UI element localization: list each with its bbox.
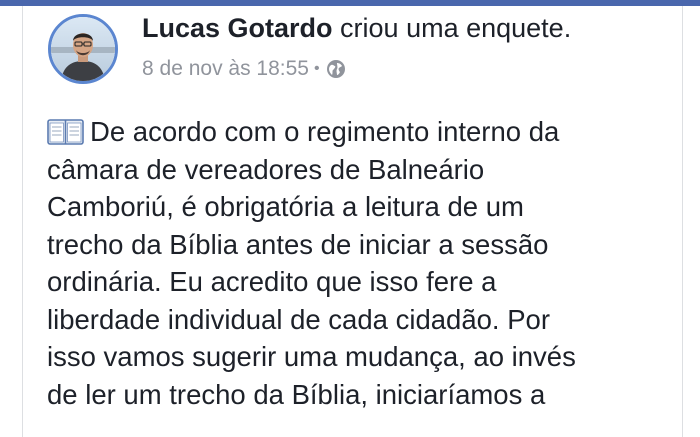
post-timestamp[interactable]: 8 de nov às 18:55	[142, 56, 309, 82]
post-body: De acordo com o regimento interno da câm…	[47, 113, 677, 413]
avatar-photo	[51, 17, 115, 81]
globe-icon[interactable]	[326, 59, 346, 79]
author-name-link[interactable]: Lucas Gotardo	[142, 13, 333, 43]
post-body-line: ordinária. Eu acredito que isso fere a	[47, 266, 497, 297]
post-action-text: criou uma enquete.	[340, 13, 572, 43]
open-book-icon	[47, 118, 84, 146]
author-avatar[interactable]	[48, 14, 118, 84]
card-border-right	[682, 6, 683, 437]
post-body-text: De acordo com o regimento interno da	[90, 116, 560, 147]
card-border-left	[22, 6, 23, 437]
post-body-line: câmara de vereadores de Balneário	[47, 153, 485, 185]
post-body-line: isso vamos sugerir uma mudança, ao invés	[47, 341, 576, 372]
post-body-line: de ler um trecho da Bíblia, iniciaríamos…	[47, 378, 546, 410]
post-meta: 8 de nov às 18:55 •	[142, 56, 346, 82]
post-body-line: trecho da Bíblia antes de iniciar a sess…	[47, 228, 549, 260]
top-nav-band	[0, 0, 700, 6]
post-body-line: Camboriú, é obrigatória a leitura de um	[47, 191, 524, 222]
post-header-line: Lucas Gotardo criou uma enquete.	[142, 10, 571, 46]
post-body-line: liberdade individual de cada cidadão. Po…	[47, 303, 550, 335]
post-body-line: De acordo com o regimento interno da	[47, 113, 677, 151]
meta-separator: •	[313, 60, 320, 77]
